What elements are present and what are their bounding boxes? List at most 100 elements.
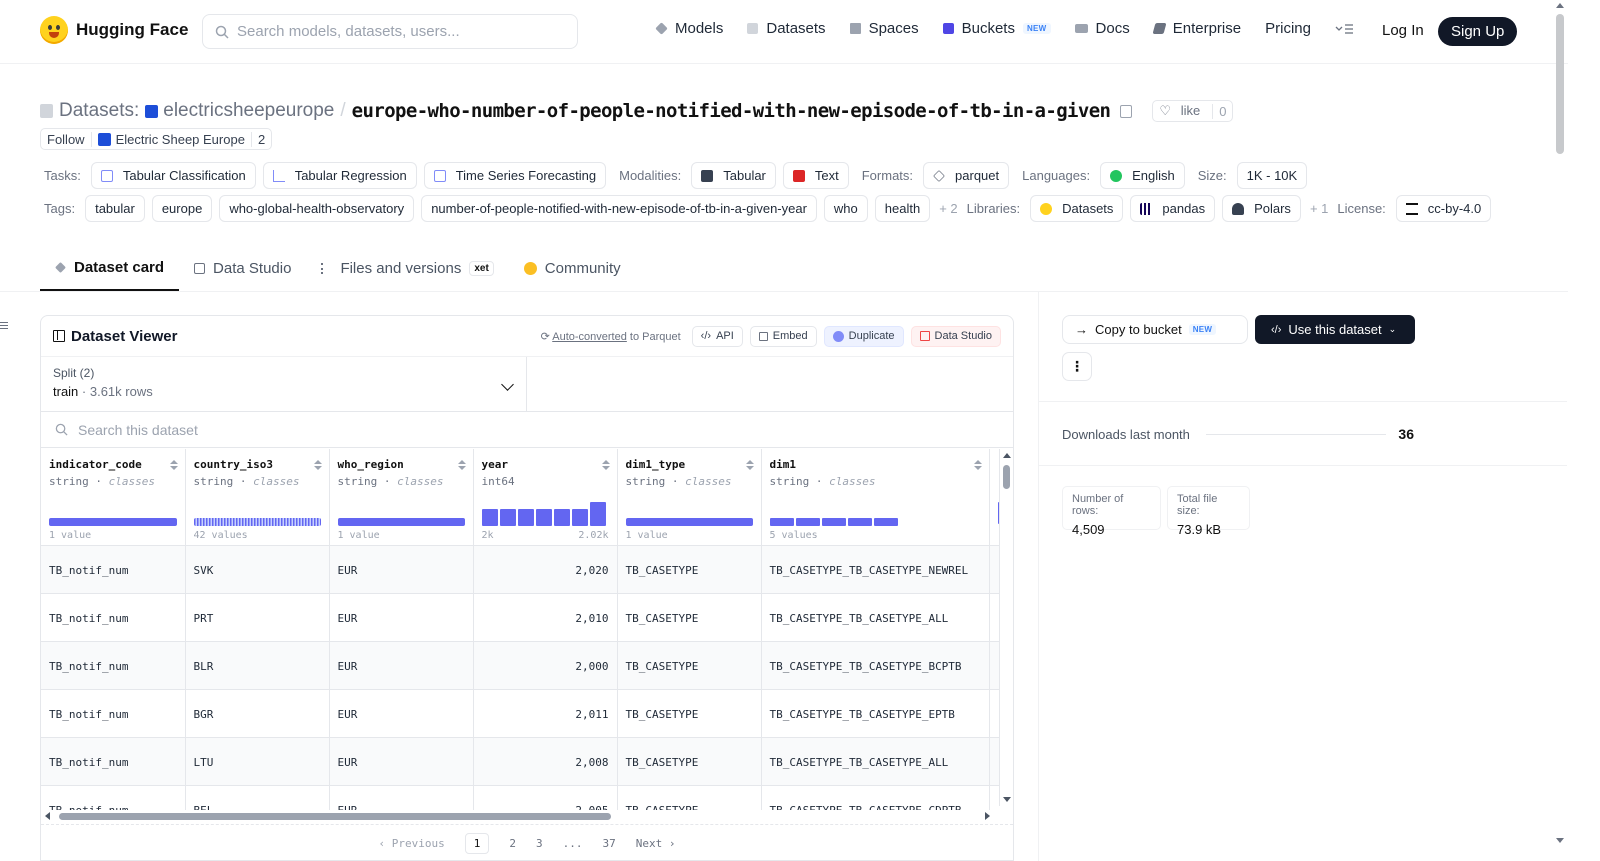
table-cell[interactable]: EUR <box>329 737 474 786</box>
tag-tabular-classification[interactable]: Tabular Classification <box>90 162 256 189</box>
table-horizontal-scrollbar[interactable] <box>41 810 999 822</box>
table-cell[interactable]: TB_CASETYPE_TB_CASETYPE_BCPTB <box>761 641 990 690</box>
pagination-page[interactable]: 3 <box>536 837 543 850</box>
sort-icon[interactable] <box>602 460 610 470</box>
signup-button[interactable]: Sign Up <box>1438 17 1518 46</box>
table-row[interactable]: TB_notif_num BGR EUR 2,011 TB_CASETYPE TB_CAS… <box>41 689 999 738</box>
scroll-down-icon[interactable] <box>1003 797 1011 802</box>
column-header[interactable]: indicator_code string · classes 1 value <box>41 449 186 546</box>
table-cell[interactable]: TB_notif_num <box>41 641 186 690</box>
pagination-page[interactable]: 2 <box>509 837 516 850</box>
column-header[interactable]: who_region string · classes 1 value <box>329 449 474 546</box>
repo-name[interactable]: europe-who-number-of-people-notified-wit… <box>352 100 1111 122</box>
table-cell[interactable]: SVK <box>185 545 330 594</box>
table-cell[interactable]: TB_CASETYPE_TB_CASETYPE_ALL <box>761 737 990 786</box>
use-this-dataset-button[interactable]: ‹/› Use this dataset ⌄ <box>1255 315 1415 344</box>
sort-icon[interactable] <box>974 460 982 470</box>
tags-more[interactable]: + 2 <box>939 201 957 216</box>
brand-logo[interactable]: Hugging Face <box>40 16 188 44</box>
api-button[interactable]: ‹/› API <box>691 325 743 347</box>
tag-text[interactable]: Text <box>782 162 849 189</box>
scroll-left-icon[interactable] <box>45 812 50 820</box>
table-cell[interactable]: TB_CASETYPE_TB_CASETYPE_EPTB <box>761 689 990 738</box>
tag-parquet[interactable]: parquet <box>923 162 1010 189</box>
table-cell[interactable]: TB_CASETYPE <box>617 737 762 786</box>
login-link[interactable]: Log In <box>1382 22 1424 39</box>
table-cell[interactable]: EUR <box>329 641 474 690</box>
data-studio-button[interactable]: Data Studio <box>910 325 1001 347</box>
pagination-previous[interactable]: ‹ Previous <box>379 837 445 850</box>
page-scrollbar[interactable] <box>1552 0 1568 861</box>
copy-icon[interactable] <box>1120 104 1133 118</box>
scroll-right-icon[interactable] <box>985 812 990 820</box>
duplicate-button[interactable]: Duplicate <box>823 325 904 347</box>
tag-english[interactable]: English <box>1100 162 1185 189</box>
table-cell[interactable]: BGR <box>185 689 330 738</box>
table-cell[interactable]: TB_CASETYPE <box>617 545 762 594</box>
sort-icon[interactable] <box>170 460 178 470</box>
auto-converted-link[interactable]: Auto-converted <box>552 331 627 343</box>
pagination-next[interactable]: Next › <box>636 837 676 850</box>
table-row[interactable]: TB_notif_num PRT EUR 2,010 TB_CASETYPE TB_CAS… <box>41 593 999 642</box>
table-cell[interactable]: TB_notif_num <box>41 689 186 738</box>
table-cell[interactable]: TB_CASETYPE_TB_CASETYPE_ALL <box>761 593 990 642</box>
table-cell[interactable]: EUR <box>329 545 474 594</box>
table-cell[interactable]: TB_CASETYPE_TB_CASETYPE_NEWREL <box>761 545 990 594</box>
column-header[interactable]: country_iso3 string · classes 42 values <box>185 449 330 546</box>
tab-community[interactable]: Community <box>509 246 636 291</box>
table-cell[interactable]: 2,000 <box>473 641 618 690</box>
table-cell[interactable]: TB_notif_num <box>41 737 186 786</box>
column-header[interactable]: year int64 2k 2.02k <box>473 449 618 546</box>
scroll-up-icon[interactable] <box>1556 3 1564 8</box>
libraries-more[interactable]: + 1 <box>1310 201 1328 216</box>
table-cell[interactable]: TB_CASETYPE <box>617 641 762 690</box>
dataset-search[interactable] <box>41 412 1013 448</box>
nav-buckets[interactable]: Buckets NEW <box>942 20 1051 37</box>
table-row[interactable]: TB_notif_num BLR EUR 2,000 TB_CASETYPE TB_CAS… <box>41 641 999 690</box>
like-button[interactable]: ♡ like 0 <box>1152 100 1234 122</box>
scroll-up-icon[interactable] <box>1003 453 1011 458</box>
tag-time-series[interactable]: Time Series Forecasting <box>423 162 607 189</box>
nav-datasets[interactable]: Datasets <box>747 20 826 37</box>
table-cell[interactable]: TB_CASETYPE <box>617 785 762 812</box>
nav-docs[interactable]: Docs <box>1074 20 1130 37</box>
pagination-page[interactable]: 37 <box>602 837 615 850</box>
tag-tabular-regression[interactable]: Tabular Regression <box>262 162 417 189</box>
tag-size[interactable]: 1K - 10K <box>1236 162 1308 189</box>
column-header[interactable]: dim1 string · classes 5 values <box>761 449 990 546</box>
tag-license[interactable]: cc-by-4.0 <box>1395 195 1492 222</box>
table-cell[interactable]: BLR <box>185 641 330 690</box>
table-cell[interactable]: 2,010 <box>473 593 618 642</box>
tag-item[interactable]: who <box>823 195 868 222</box>
table-cell[interactable]: 2,005 <box>473 785 618 812</box>
scrollbar-thumb[interactable] <box>59 813 611 820</box>
tab-files-and-versions[interactable]: Files and versions xet <box>306 246 508 291</box>
nav-more-menu[interactable] <box>1335 23 1355 35</box>
scroll-down-icon[interactable] <box>1556 838 1564 843</box>
table-cell[interactable]: EUR <box>329 689 474 738</box>
table-cell[interactable]: TB_notif_num <box>41 545 186 594</box>
table-cell[interactable]: TB_notif_num <box>41 785 186 812</box>
sort-icon[interactable] <box>458 460 466 470</box>
table-cell[interactable]: EUR <box>329 593 474 642</box>
global-search-input[interactable] <box>237 23 557 40</box>
table-cell[interactable]: 2,011 <box>473 689 618 738</box>
tag-item[interactable]: europe <box>151 195 213 222</box>
sort-icon[interactable] <box>314 460 322 470</box>
table-row[interactable]: TB_notif_num BEL EUR 2,005 TB_CASETYPE TB_CAS… <box>41 785 999 812</box>
more-options-button[interactable]: ⋮ <box>1062 352 1092 381</box>
table-cell[interactable]: LTU <box>185 737 330 786</box>
tag-lib-pandas[interactable]: pandas <box>1130 195 1216 222</box>
pagination-page[interactable]: 1 <box>464 833 490 854</box>
scrollbar-thumb[interactable] <box>1556 14 1564 154</box>
column-header[interactable]: dim1_type string · classes 1 value <box>617 449 762 546</box>
split-dropdown[interactable]: Split (2) train · 3.61k rows <box>41 357 527 411</box>
nav-models[interactable]: Models <box>655 20 723 37</box>
tag-lib-polars[interactable]: Polars <box>1222 195 1301 222</box>
tag-item[interactable]: number-of-people-notified-with-new-episo… <box>421 195 817 222</box>
table-cell[interactable]: 2,020 <box>473 545 618 594</box>
tab-dataset-card[interactable]: Dataset card <box>40 246 180 291</box>
scrollbar-thumb[interactable] <box>1003 465 1010 489</box>
table-cell[interactable]: TB_CASETYPE <box>617 593 762 642</box>
nav-spaces[interactable]: Spaces <box>849 20 919 37</box>
